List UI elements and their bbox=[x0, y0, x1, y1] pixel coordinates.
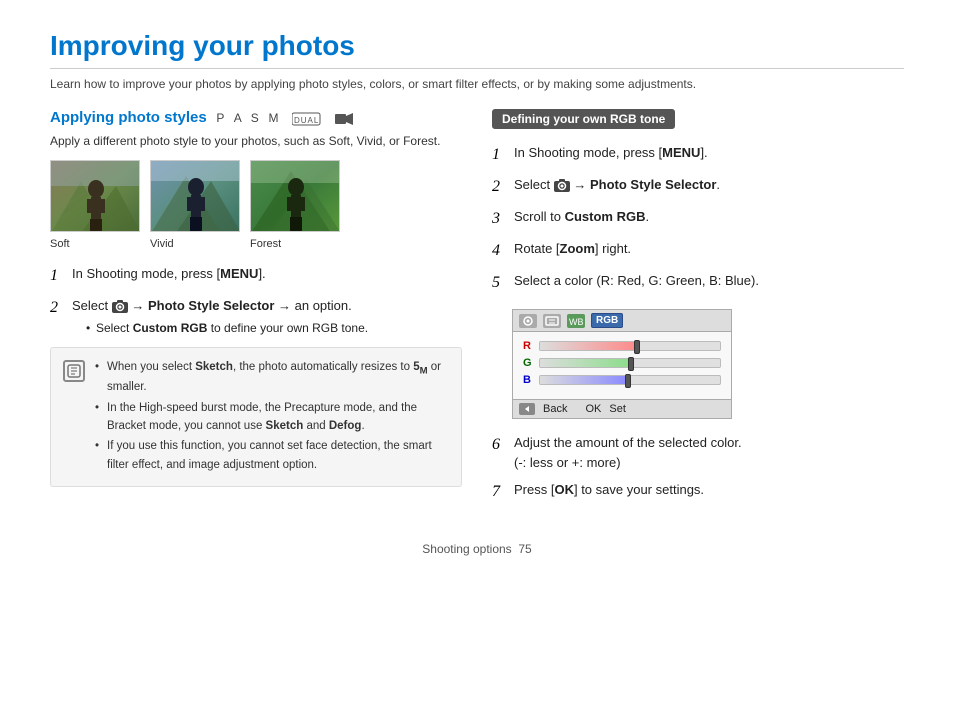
note-icon bbox=[63, 360, 85, 382]
step-2-num: 2 bbox=[50, 296, 66, 320]
title-divider bbox=[50, 68, 904, 69]
rgb-icon-2 bbox=[543, 314, 561, 328]
two-col-layout: Applying photo styles P A S M DUAL Apply… bbox=[50, 109, 904, 512]
r-step-4-text: Rotate [Zoom] right. bbox=[514, 239, 904, 259]
note-pencil-icon bbox=[67, 364, 81, 378]
r-step-6-text: Adjust the amount of the selected color.… bbox=[514, 433, 904, 472]
rgb-footer-icon bbox=[519, 403, 535, 415]
label-soft: Soft bbox=[50, 238, 140, 250]
left-column: Applying photo styles P A S M DUAL Apply… bbox=[50, 109, 462, 512]
r-step-5: 5 Select a color (R: Red, G: Green, B: B… bbox=[492, 271, 904, 295]
rgb-footer-set: Set bbox=[609, 403, 626, 415]
rgb-row-g: G bbox=[523, 357, 721, 369]
r-step-2: 2 Select → Photo Style Selector. bbox=[492, 175, 904, 199]
rgb-fill-b bbox=[540, 376, 630, 384]
note-content: When you select Sketch, the photo automa… bbox=[95, 358, 449, 477]
r-step-5-num: 5 bbox=[492, 271, 508, 295]
svg-text:DUAL: DUAL bbox=[294, 116, 319, 125]
rgb-label-b: B bbox=[523, 374, 533, 386]
photo-labels: Soft Vivid Forest bbox=[50, 238, 462, 250]
section-heading: Applying photo styles bbox=[50, 109, 207, 126]
step-2-subs: Select Custom RGB to define your own RGB… bbox=[72, 319, 462, 337]
step-2-text: Select → Photo Style Selector → an optio… bbox=[72, 296, 462, 337]
photo-soft bbox=[50, 160, 140, 232]
rgb-ui: WB RGB R G bbox=[512, 309, 732, 419]
step-1-num: 1 bbox=[50, 264, 66, 288]
camera-icon-inline bbox=[112, 300, 128, 313]
video-icon bbox=[335, 112, 353, 126]
section-modes: P A S M DUAL bbox=[216, 111, 353, 125]
r-step-5-text: Select a color (R: Red, G: Green, B: Blu… bbox=[514, 271, 904, 291]
rgb-fill-r bbox=[540, 342, 639, 350]
rgb-track-g bbox=[539, 358, 721, 368]
rgb-icon-1 bbox=[519, 314, 537, 328]
rgb-thumb-r[interactable] bbox=[634, 340, 640, 354]
photo-row bbox=[50, 160, 462, 232]
section-heading-row: Applying photo styles P A S M DUAL bbox=[50, 109, 462, 126]
rgb-ui-titlebar: WB RGB bbox=[513, 310, 731, 332]
camera-icon-r2 bbox=[554, 179, 570, 192]
r-step-3-num: 3 bbox=[492, 207, 508, 231]
r-step-2-text: Select → Photo Style Selector. bbox=[514, 175, 904, 195]
rgb-track-r bbox=[539, 341, 721, 351]
page-title: Improving your photos bbox=[50, 30, 904, 62]
photo-forest bbox=[250, 160, 340, 232]
label-forest: Forest bbox=[250, 238, 340, 250]
rgb-label-active: RGB bbox=[591, 313, 623, 328]
section-desc: Apply a different photo style to your ph… bbox=[50, 132, 462, 150]
rgb-row-b: B bbox=[523, 374, 721, 386]
rgb-thumb-g[interactable] bbox=[628, 357, 634, 371]
r-step-7-num: 7 bbox=[492, 480, 508, 504]
defining-badge: Defining your own RGB tone bbox=[492, 109, 675, 129]
r-step-1: 1 In Shooting mode, press [MENU]. bbox=[492, 143, 904, 167]
step-2: 2 Select → Photo Style Selector → an opt… bbox=[50, 296, 462, 337]
page-subtitle: Learn how to improve your photos by appl… bbox=[50, 77, 904, 91]
r-step-4: 4 Rotate [Zoom] right. bbox=[492, 239, 904, 263]
rgb-label-g: G bbox=[523, 357, 533, 369]
rgb-ui-footer: Back OK Set bbox=[513, 399, 731, 418]
step-1: 1 In Shooting mode, press [MENU]. bbox=[50, 264, 462, 288]
r-step-1-text: In Shooting mode, press [MENU]. bbox=[514, 143, 904, 163]
photo-forest-svg bbox=[251, 161, 340, 232]
label-vivid: Vivid bbox=[150, 238, 240, 250]
photo-vivid bbox=[150, 160, 240, 232]
r-step-3-text: Scroll to Custom RGB. bbox=[514, 207, 904, 227]
r-step-2-num: 2 bbox=[492, 175, 508, 199]
rgb-ui-body: R G B bbox=[513, 332, 731, 399]
r-step-6: 6 Adjust the amount of the selected colo… bbox=[492, 433, 904, 472]
step-1-text: In Shooting mode, press [MENU]. bbox=[72, 264, 462, 284]
rgb-label-r: R bbox=[523, 340, 533, 352]
rgb-icon-3: WB bbox=[567, 314, 585, 328]
dual-icon: DUAL bbox=[292, 112, 322, 126]
rgb-row-r: R bbox=[523, 340, 721, 352]
r-step-1-num: 1 bbox=[492, 143, 508, 167]
right-column: Defining your own RGB tone 1 In Shooting… bbox=[492, 109, 904, 512]
r-step-6-num: 6 bbox=[492, 433, 508, 457]
rgb-footer-ok: OK bbox=[585, 403, 601, 415]
r-step-7: 7 Press [OK] to save your settings. bbox=[492, 480, 904, 504]
rgb-footer-back: Back bbox=[543, 403, 567, 415]
footer-label: Shooting options bbox=[422, 542, 511, 556]
photo-soft-svg bbox=[51, 161, 140, 232]
r-step-3: 3 Scroll to Custom RGB. bbox=[492, 207, 904, 231]
r-step-4-num: 4 bbox=[492, 239, 508, 263]
footer-bar: Shooting options 75 bbox=[50, 542, 904, 556]
photo-vivid-svg bbox=[151, 161, 240, 232]
svg-text:WB: WB bbox=[569, 317, 584, 327]
rgb-track-b bbox=[539, 375, 721, 385]
rgb-fill-g bbox=[540, 359, 634, 367]
rgb-thumb-b[interactable] bbox=[625, 374, 631, 388]
page-number: 75 bbox=[518, 542, 531, 556]
r-step-7-text: Press [OK] to save your settings. bbox=[514, 480, 904, 500]
note-box: When you select Sketch, the photo automa… bbox=[50, 347, 462, 488]
